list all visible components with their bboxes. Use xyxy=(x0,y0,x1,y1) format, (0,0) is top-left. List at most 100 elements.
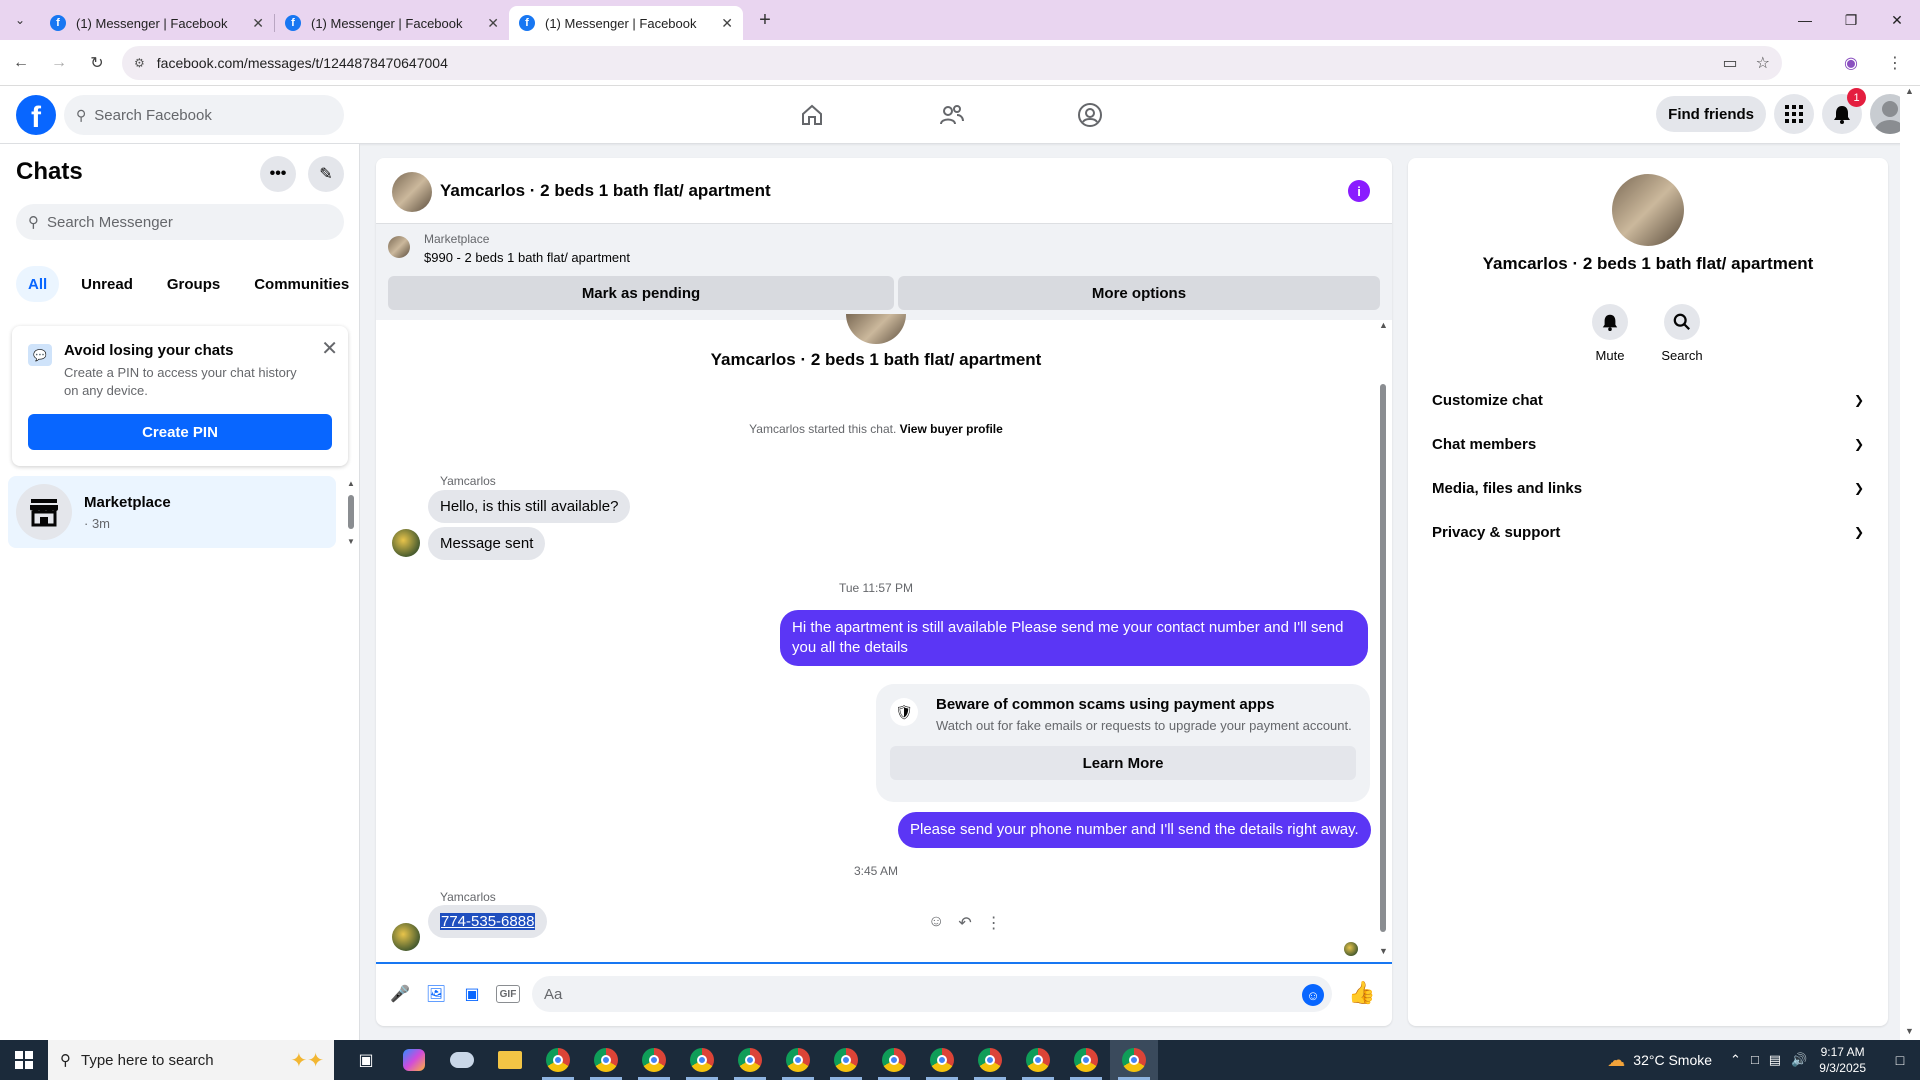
filter-unread[interactable]: Unread xyxy=(69,266,145,302)
volume-icon[interactable]: 🔊 xyxy=(1791,1052,1807,1068)
scroll-down-icon[interactable]: ▼ xyxy=(347,537,355,546)
gif-icon[interactable]: GIF xyxy=(496,985,520,1003)
notification-center-icon[interactable]: □ xyxy=(1880,1052,1920,1068)
scroll-thumb[interactable] xyxy=(1380,384,1386,932)
scroll-down-icon[interactable]: ▼ xyxy=(1905,1026,1914,1036)
listing-thumbnail[interactable] xyxy=(388,236,410,258)
message-input[interactable]: Aa xyxy=(532,976,1332,1012)
install-app-icon[interactable]: ▭ xyxy=(1723,53,1738,73)
chats-options-button[interactable]: ••• xyxy=(260,156,296,192)
forward-arrow-icon[interactable]: → xyxy=(42,46,76,80)
clock[interactable]: 9:17 AM 9/3/2025 xyxy=(1819,1044,1866,1076)
browser-tab-3-active[interactable]: f (1) Messenger | Facebook ✕ xyxy=(509,6,743,40)
task-view-icon[interactable]: ▣ xyxy=(342,1040,390,1080)
file-explorer-icon[interactable] xyxy=(486,1040,534,1080)
filter-groups[interactable]: Groups xyxy=(155,266,232,302)
close-icon[interactable]: ✕ xyxy=(321,336,338,361)
selected-phone-number[interactable]: 774-535-6888 xyxy=(440,913,536,930)
reply-icon[interactable]: ↶ xyxy=(958,913,971,933)
photo-attach-icon[interactable]: 🖼 xyxy=(424,982,448,1006)
chrome-icon[interactable] xyxy=(918,1040,966,1080)
chrome-icon[interactable] xyxy=(534,1040,582,1080)
groups-nav-icon[interactable] xyxy=(1060,86,1120,144)
chat-list-item[interactable]: Marketplace · 3m xyxy=(8,476,336,548)
notifications-button[interactable]: 1 xyxy=(1822,88,1866,134)
scroll-up-icon[interactable]: ▲ xyxy=(1379,320,1388,330)
network-icon[interactable]: ▤ xyxy=(1769,1052,1781,1068)
browser-tab-1[interactable]: f (1) Messenger | Facebook ✕ xyxy=(40,7,274,39)
page-scrollbar[interactable]: ▲ ▼ xyxy=(1900,86,1920,1040)
react-emoji-icon[interactable]: ☺ xyxy=(928,913,944,933)
minimize-icon[interactable]: — xyxy=(1782,0,1828,40)
mute-action[interactable]: Mute xyxy=(1580,304,1640,363)
find-friends-button[interactable]: Find friends xyxy=(1656,96,1766,132)
home-nav-icon[interactable] xyxy=(782,86,842,144)
app-icon[interactable] xyxy=(438,1040,486,1080)
chevron-up-icon[interactable]: ⌃ xyxy=(1730,1052,1741,1068)
chrome-icon[interactable] xyxy=(582,1040,630,1080)
search-icon[interactable] xyxy=(1664,304,1700,340)
emoji-icon[interactable]: ☺ xyxy=(1302,984,1324,1006)
chrome-icon[interactable] xyxy=(870,1040,918,1080)
windows-start-icon[interactable] xyxy=(0,1040,48,1080)
scroll-up-icon[interactable]: ▲ xyxy=(347,479,355,488)
bookmark-star-icon[interactable]: ☆ xyxy=(1756,53,1770,73)
reload-icon[interactable]: ↻ xyxy=(80,46,114,80)
conversation-title[interactable]: Yamcarlos · 2 beds 1 bath flat/ apartmen… xyxy=(440,181,771,201)
facebook-search-input[interactable]: ⚲ Search Facebook xyxy=(64,95,344,135)
create-pin-button[interactable]: Create PIN xyxy=(28,414,332,450)
outgoing-message[interactable]: Hi the apartment is still available Plea… xyxy=(780,610,1368,666)
sender-avatar[interactable] xyxy=(392,923,420,951)
more-options-button[interactable]: More options xyxy=(898,276,1380,310)
menu-grid-button[interactable] xyxy=(1774,94,1814,134)
chrome-icon[interactable] xyxy=(966,1040,1014,1080)
meet-icon[interactable]: □ xyxy=(1751,1052,1759,1068)
tab-search-chevron-icon[interactable]: ⌄ xyxy=(0,0,40,40)
chrome-icon[interactable] xyxy=(630,1040,678,1080)
media-files-links-section[interactable]: Media, files and links ❯ xyxy=(1424,466,1872,510)
filter-communities[interactable]: Communities xyxy=(242,266,361,302)
chat-members-section[interactable]: Chat members ❯ xyxy=(1424,422,1872,466)
browser-tab-2[interactable]: f (1) Messenger | Facebook ✕ xyxy=(275,7,509,39)
weather-widget[interactable]: ☁ 32°C Smoke xyxy=(1607,1050,1712,1071)
chrome-icon[interactable] xyxy=(678,1040,726,1080)
chrome-icon[interactable] xyxy=(822,1040,870,1080)
back-arrow-icon[interactable]: ← xyxy=(4,46,38,80)
scroll-down-icon[interactable]: ▼ xyxy=(1379,946,1388,956)
customize-chat-section[interactable]: Customize chat ❯ xyxy=(1424,378,1872,422)
chrome-icon-active[interactable] xyxy=(1110,1040,1158,1080)
listing-price-title[interactable]: $990 - 2 beds 1 bath flat/ apartment xyxy=(424,250,630,265)
facebook-logo-icon[interactable]: f xyxy=(16,95,56,135)
search-action[interactable]: Search xyxy=(1652,304,1712,363)
thread-scrollbar[interactable]: ▲ ▼ xyxy=(1376,320,1390,962)
listing-profile-avatar[interactable] xyxy=(1612,174,1684,246)
incoming-message[interactable]: Hello, is this still available? xyxy=(428,490,631,523)
chrome-icon[interactable] xyxy=(774,1040,822,1080)
chrome-icon[interactable] xyxy=(726,1040,774,1080)
url-field[interactable]: ⚙ facebook.com/messages/t/12448784706470… xyxy=(122,46,1782,80)
profile-icon[interactable]: ◉ xyxy=(1834,46,1868,80)
view-buyer-profile-link[interactable]: View buyer profile xyxy=(900,422,1003,436)
taskbar-search-input[interactable]: ⚲ Type here to search ✦✦ xyxy=(48,1040,334,1080)
copilot-app-icon[interactable] xyxy=(390,1040,438,1080)
site-info-icon[interactable]: ⚙ xyxy=(134,56,145,70)
info-icon[interactable]: i xyxy=(1348,180,1370,202)
tab-close-icon[interactable]: ✕ xyxy=(487,15,499,32)
filter-all[interactable]: All xyxy=(16,266,60,302)
incoming-message-phone[interactable]: 774-535-6888 xyxy=(428,905,548,938)
tab-close-icon[interactable]: ✕ xyxy=(252,15,264,32)
microphone-icon[interactable]: 🎤 xyxy=(388,982,412,1006)
thumbs-up-icon[interactable]: 👍 xyxy=(1348,980,1375,1006)
mark-as-pending-button[interactable]: Mark as pending xyxy=(388,276,894,310)
learn-more-button[interactable]: Learn More xyxy=(890,746,1356,780)
friends-nav-icon[interactable] xyxy=(922,86,982,144)
sticker-icon[interactable]: ▣ xyxy=(460,982,484,1006)
window-close-icon[interactable]: ✕ xyxy=(1874,0,1920,40)
listing-avatar[interactable] xyxy=(392,172,432,212)
messenger-search-input[interactable]: ⚲ Search Messenger xyxy=(16,204,344,240)
scroll-up-icon[interactable]: ▲ xyxy=(1905,86,1914,96)
chat-list-scrollbar[interactable]: ▲ ▼ xyxy=(346,479,356,549)
new-message-button[interactable]: ✎ xyxy=(308,156,344,192)
incoming-message[interactable]: Message sent xyxy=(428,527,546,560)
privacy-support-section[interactable]: Privacy & support ❯ xyxy=(1424,510,1872,554)
